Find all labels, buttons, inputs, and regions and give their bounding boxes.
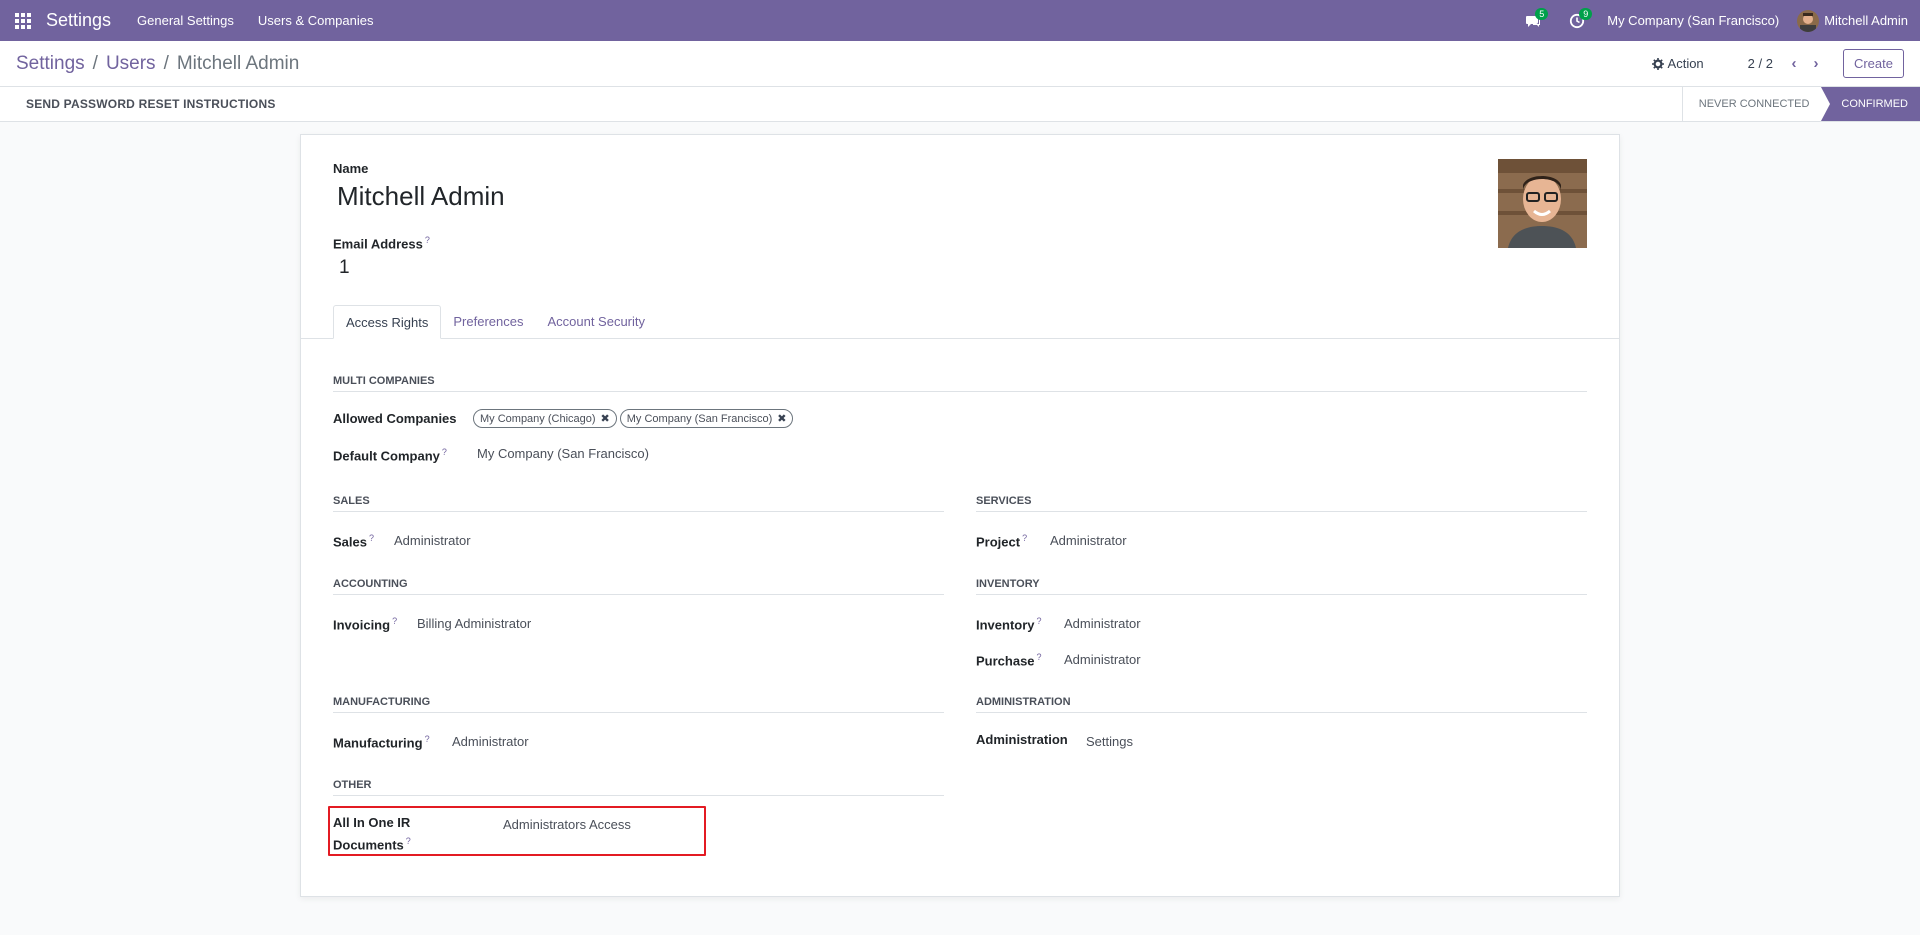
form-sheet: Name Mitchell Admin Email Address? 1 Acc… [300, 134, 1620, 897]
name-label: Name [333, 161, 369, 176]
user-name: Mitchell Admin [1824, 13, 1908, 28]
user-menu[interactable]: Mitchell Admin [1797, 9, 1920, 32]
inventory-field[interactable]: Administrator [1064, 616, 1141, 631]
breadcrumb-separator: / [92, 52, 98, 74]
apps-menu-icon[interactable] [0, 0, 46, 41]
pager-previous-icon[interactable]: ‹ [1783, 55, 1805, 72]
breadcrumb-separator: / [163, 52, 169, 74]
manufacturing-label: Manufacturing? [333, 734, 430, 751]
help-icon[interactable]: ? [425, 235, 430, 245]
action-button[interactable]: Action [1651, 56, 1704, 71]
create-button[interactable]: Create [1842, 49, 1904, 78]
invoicing-field[interactable]: Billing Administrator [417, 616, 531, 631]
action-label: Action [1667, 56, 1704, 71]
help-icon[interactable]: ? [369, 533, 374, 543]
pager-next-icon[interactable]: › [1805, 55, 1827, 72]
status-stages: NEVER CONNECTED CONFIRMED [1681, 87, 1920, 121]
allowed-companies-label: Allowed Companies [333, 411, 457, 426]
user-photo[interactable] [1498, 159, 1587, 248]
stage-never-connected[interactable]: NEVER CONNECTED [1681, 87, 1822, 121]
tab-account-security[interactable]: Account Security [535, 304, 657, 338]
company-switcher[interactable]: My Company (San Francisco) [1599, 13, 1797, 28]
sales-field[interactable]: Administrator [394, 533, 471, 548]
top-navbar: Settings General Settings Users & Compan… [0, 0, 1920, 41]
remove-tag-icon[interactable]: ✖ [601, 412, 610, 425]
project-label: Project? [976, 533, 1028, 550]
email-label: Email Address? [333, 235, 430, 252]
breadcrumb-current: Mitchell Admin [176, 52, 300, 74]
tab-preferences[interactable]: Preferences [441, 304, 535, 338]
menu-general-settings[interactable]: General Settings [137, 13, 234, 28]
breadcrumb-settings[interactable]: Settings [16, 53, 85, 75]
inventory-label: Inventory? [976, 616, 1042, 633]
breadcrumb-users[interactable]: Users [106, 53, 156, 75]
help-icon[interactable]: ? [1022, 533, 1027, 543]
group-multi-companies-title: MULTI COMPANIES [333, 375, 1587, 392]
menu-users-companies[interactable]: Users & Companies [258, 13, 374, 28]
messages-button[interactable]: 5 [1511, 0, 1555, 41]
administration-label: Administration [976, 732, 1068, 747]
tab-access-rights[interactable]: Access Rights [333, 305, 442, 339]
company-tag: My Company (San Francisco) ✖ [619, 409, 794, 428]
help-icon[interactable]: ? [406, 836, 411, 846]
messages-count-badge: 5 [1535, 8, 1549, 20]
default-company-field[interactable]: My Company (San Francisco) [477, 446, 649, 461]
all-in-one-ir-documents-field[interactable]: Administrators Access [503, 817, 631, 832]
help-icon[interactable]: ? [1037, 652, 1042, 662]
remove-tag-icon[interactable]: ✖ [777, 412, 786, 425]
group-administration-title: ADMINISTRATION [976, 696, 1587, 713]
group-services-title: SERVICES [976, 495, 1587, 512]
email-field[interactable]: 1 [339, 257, 350, 279]
purchase-field[interactable]: Administrator [1064, 652, 1141, 667]
group-accounting-title: ACCOUNTING [333, 578, 944, 595]
help-icon[interactable]: ? [392, 616, 397, 626]
app-title[interactable]: Settings [46, 10, 111, 31]
activities-button[interactable]: 9 [1555, 0, 1599, 41]
help-icon[interactable]: ? [1037, 616, 1042, 626]
form-tabs: Access Rights Preferences Account Securi… [301, 305, 1619, 339]
group-inventory-title: INVENTORY [976, 578, 1587, 595]
group-sales-title: SALES [333, 495, 944, 512]
name-field[interactable]: Mitchell Admin [337, 181, 505, 212]
group-manufacturing-title: MANUFACTURING [333, 696, 944, 713]
sales-label: Sales? [333, 533, 374, 550]
breadcrumb: Settings / Users / Mitchell Admin [16, 53, 299, 75]
company-tag: My Company (Chicago) ✖ [473, 409, 617, 428]
stage-confirmed[interactable]: CONFIRMED [1821, 87, 1920, 121]
pager-value[interactable]: 2 / 2 [1748, 56, 1773, 71]
allowed-companies-field[interactable]: My Company (Chicago) ✖ My Company (San Fr… [473, 409, 796, 428]
manufacturing-field[interactable]: Administrator [452, 734, 529, 749]
default-company-label: Default Company? [333, 447, 447, 464]
project-field[interactable]: Administrator [1050, 533, 1127, 548]
group-other-title: OTHER [333, 779, 944, 796]
send-password-reset-button[interactable]: SEND PASSWORD RESET INSTRUCTIONS [0, 97, 276, 111]
all-in-one-ir-documents-label: All In One IR Documents? [333, 815, 411, 853]
status-bar: SEND PASSWORD RESET INSTRUCTIONS NEVER C… [0, 87, 1920, 122]
control-panel: Settings / Users / Mitchell Admin Action… [0, 41, 1920, 87]
user-avatar [1797, 9, 1820, 32]
activities-count-badge: 9 [1579, 8, 1593, 20]
gear-icon [1651, 57, 1664, 70]
help-icon[interactable]: ? [425, 734, 430, 744]
administration-field[interactable]: Settings [1086, 734, 1133, 749]
purchase-label: Purchase? [976, 652, 1042, 669]
help-icon[interactable]: ? [442, 447, 447, 457]
invoicing-label: Invoicing? [333, 616, 398, 633]
